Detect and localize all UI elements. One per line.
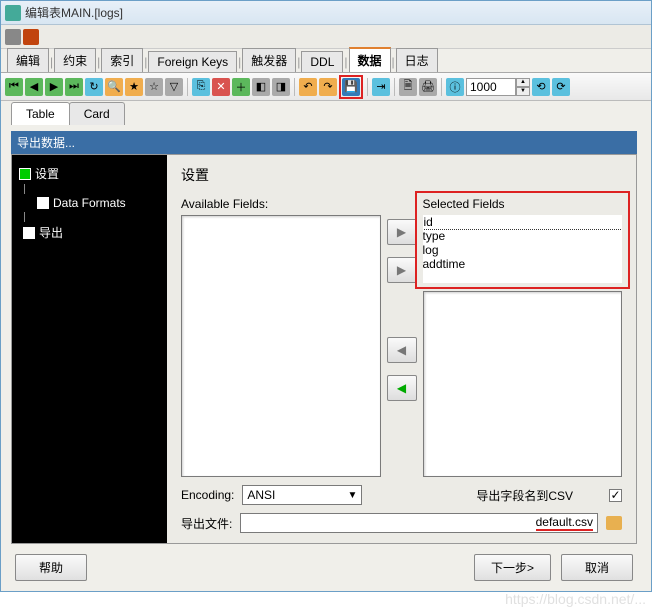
- move-left-button[interactable]: ◀: [387, 337, 417, 363]
- copy-icon[interactable]: ⎘: [192, 78, 210, 96]
- csv-header-label: 导出字段名到CSV: [476, 487, 573, 504]
- tab-table-view[interactable]: Table: [11, 102, 70, 125]
- tab-constraints[interactable]: 约束: [54, 48, 96, 72]
- spin-down-icon[interactable]: ▼: [516, 87, 530, 96]
- qb-icon-1[interactable]: [5, 29, 21, 45]
- tool2-icon[interactable]: ◨: [272, 78, 290, 96]
- tab-edit[interactable]: 编辑: [7, 48, 49, 72]
- stop-icon[interactable]: [23, 29, 39, 45]
- box-icon: [37, 197, 49, 209]
- arrow-right-icon: ▶: [397, 263, 406, 277]
- list-item[interactable]: id: [423, 215, 623, 230]
- tree-data-formats[interactable]: Data Formats: [15, 194, 164, 212]
- page-prev-icon[interactable]: ⟲: [532, 78, 550, 96]
- export-dialog-title: 导出数据...: [11, 131, 637, 154]
- nav-sidebar: 设置 Data Formats 导出: [12, 155, 167, 543]
- refresh-icon[interactable]: ↻: [85, 78, 103, 96]
- tree-label: 设置: [35, 165, 59, 182]
- encoding-value: ANSI: [247, 488, 275, 502]
- export-file-label: 导出文件:: [181, 515, 232, 532]
- tab-index[interactable]: 索引: [101, 48, 143, 72]
- move-right-button[interactable]: ▶: [387, 219, 417, 245]
- move-all-right-button[interactable]: ▶: [387, 257, 417, 283]
- tab-data[interactable]: 数据: [349, 47, 391, 72]
- star-outline-icon[interactable]: ☆: [145, 78, 163, 96]
- next-button[interactable]: 下一步>: [474, 554, 551, 581]
- tree-label: Data Formats: [53, 196, 126, 210]
- nav-next-icon[interactable]: ▶: [45, 78, 63, 96]
- list-item[interactable]: type: [423, 229, 623, 243]
- main-tabs: 编辑| 约束| 索引| Foreign Keys| 触发器| DDL| 数据| …: [1, 49, 651, 73]
- toolbar: ⏮ ◀ ▶ ⏭ ↻ 🔍 ★ ☆ ▽ ⎘ ✕ ＋ ◧ ◨ ↶ ↷ 💾 ⇥ 🗎 🖨 …: [1, 73, 651, 101]
- list-item[interactable]: log: [423, 243, 623, 257]
- star-icon[interactable]: ★: [125, 78, 143, 96]
- tree-label: 导出: [39, 224, 63, 241]
- tab-log[interactable]: 日志: [396, 48, 438, 72]
- preview-icon[interactable]: 🗎: [399, 78, 417, 96]
- import-icon[interactable]: ⇥: [372, 78, 390, 96]
- title-bar: 编辑表MAIN.[logs]: [1, 1, 651, 25]
- list-item[interactable]: addtime: [423, 257, 623, 271]
- search-icon[interactable]: 🔍: [105, 78, 123, 96]
- arrow-left-icon: ◀: [397, 381, 406, 395]
- add-icon[interactable]: ＋: [232, 78, 250, 96]
- view-tabs: Table Card: [1, 101, 651, 125]
- redo-icon[interactable]: ↷: [319, 78, 337, 96]
- dialog-buttons: 帮助 下一步> 取消: [11, 544, 637, 585]
- check-icon: ✓: [610, 488, 620, 502]
- nav-prev-icon[interactable]: ◀: [25, 78, 43, 96]
- arrow-right-icon: ▶: [397, 225, 406, 239]
- available-fields-label: Available Fields:: [181, 197, 381, 211]
- tab-triggers[interactable]: 触发器: [242, 48, 296, 72]
- quick-access-bar: [1, 25, 651, 49]
- chevron-down-icon: ▼: [347, 490, 357, 501]
- spin-up-icon[interactable]: ▲: [516, 78, 530, 87]
- tab-ddl[interactable]: DDL: [301, 51, 343, 72]
- browse-icon[interactable]: [606, 516, 622, 530]
- selected-fields-list-cont[interactable]: [423, 291, 623, 477]
- available-fields-list[interactable]: [181, 215, 381, 477]
- print-icon[interactable]: 🖨: [419, 78, 437, 96]
- nav-first-icon[interactable]: ⏮: [5, 78, 23, 96]
- box-icon: [19, 168, 31, 180]
- save-icon[interactable]: 💾: [342, 78, 360, 96]
- undo-icon[interactable]: ↶: [299, 78, 317, 96]
- info-icon[interactable]: ⓘ: [446, 78, 464, 96]
- export-file-value: default.csv: [536, 515, 593, 531]
- nav-last-icon[interactable]: ⏭: [65, 78, 83, 96]
- tool1-icon[interactable]: ◧: [252, 78, 270, 96]
- tab-foreign-keys[interactable]: Foreign Keys: [148, 51, 237, 72]
- tree-settings[interactable]: 设置: [15, 163, 164, 184]
- cancel-button[interactable]: 取消: [561, 554, 633, 581]
- selected-fields-list[interactable]: id type log addtime: [423, 215, 623, 283]
- watermark: https://blog.csdn.net/...: [505, 591, 646, 607]
- row-count-input[interactable]: [466, 78, 516, 96]
- panel-title: 设置: [181, 165, 622, 185]
- arrow-left-icon: ◀: [397, 343, 406, 357]
- box-icon: [23, 227, 35, 239]
- help-button[interactable]: 帮助: [15, 554, 87, 581]
- window-title: 编辑表MAIN.[logs]: [25, 4, 123, 21]
- encoding-label: Encoding:: [181, 488, 234, 502]
- tab-card-view[interactable]: Card: [69, 102, 125, 125]
- move-all-left-button[interactable]: ◀: [387, 375, 417, 401]
- csv-header-checkbox[interactable]: ✓: [609, 489, 622, 502]
- export-file-input[interactable]: default.csv: [240, 513, 598, 533]
- encoding-combo[interactable]: ANSI ▼: [242, 485, 362, 505]
- page-next-icon[interactable]: ⟳: [552, 78, 570, 96]
- tree-export[interactable]: 导出: [15, 222, 164, 243]
- app-icon: [5, 5, 21, 21]
- settings-panel: 设置 Available Fields: ▶ ▶ ◀ ◀: [167, 155, 636, 543]
- delete-icon[interactable]: ✕: [212, 78, 230, 96]
- filter-icon[interactable]: ▽: [165, 78, 183, 96]
- selected-fields-label: Selected Fields: [423, 197, 623, 211]
